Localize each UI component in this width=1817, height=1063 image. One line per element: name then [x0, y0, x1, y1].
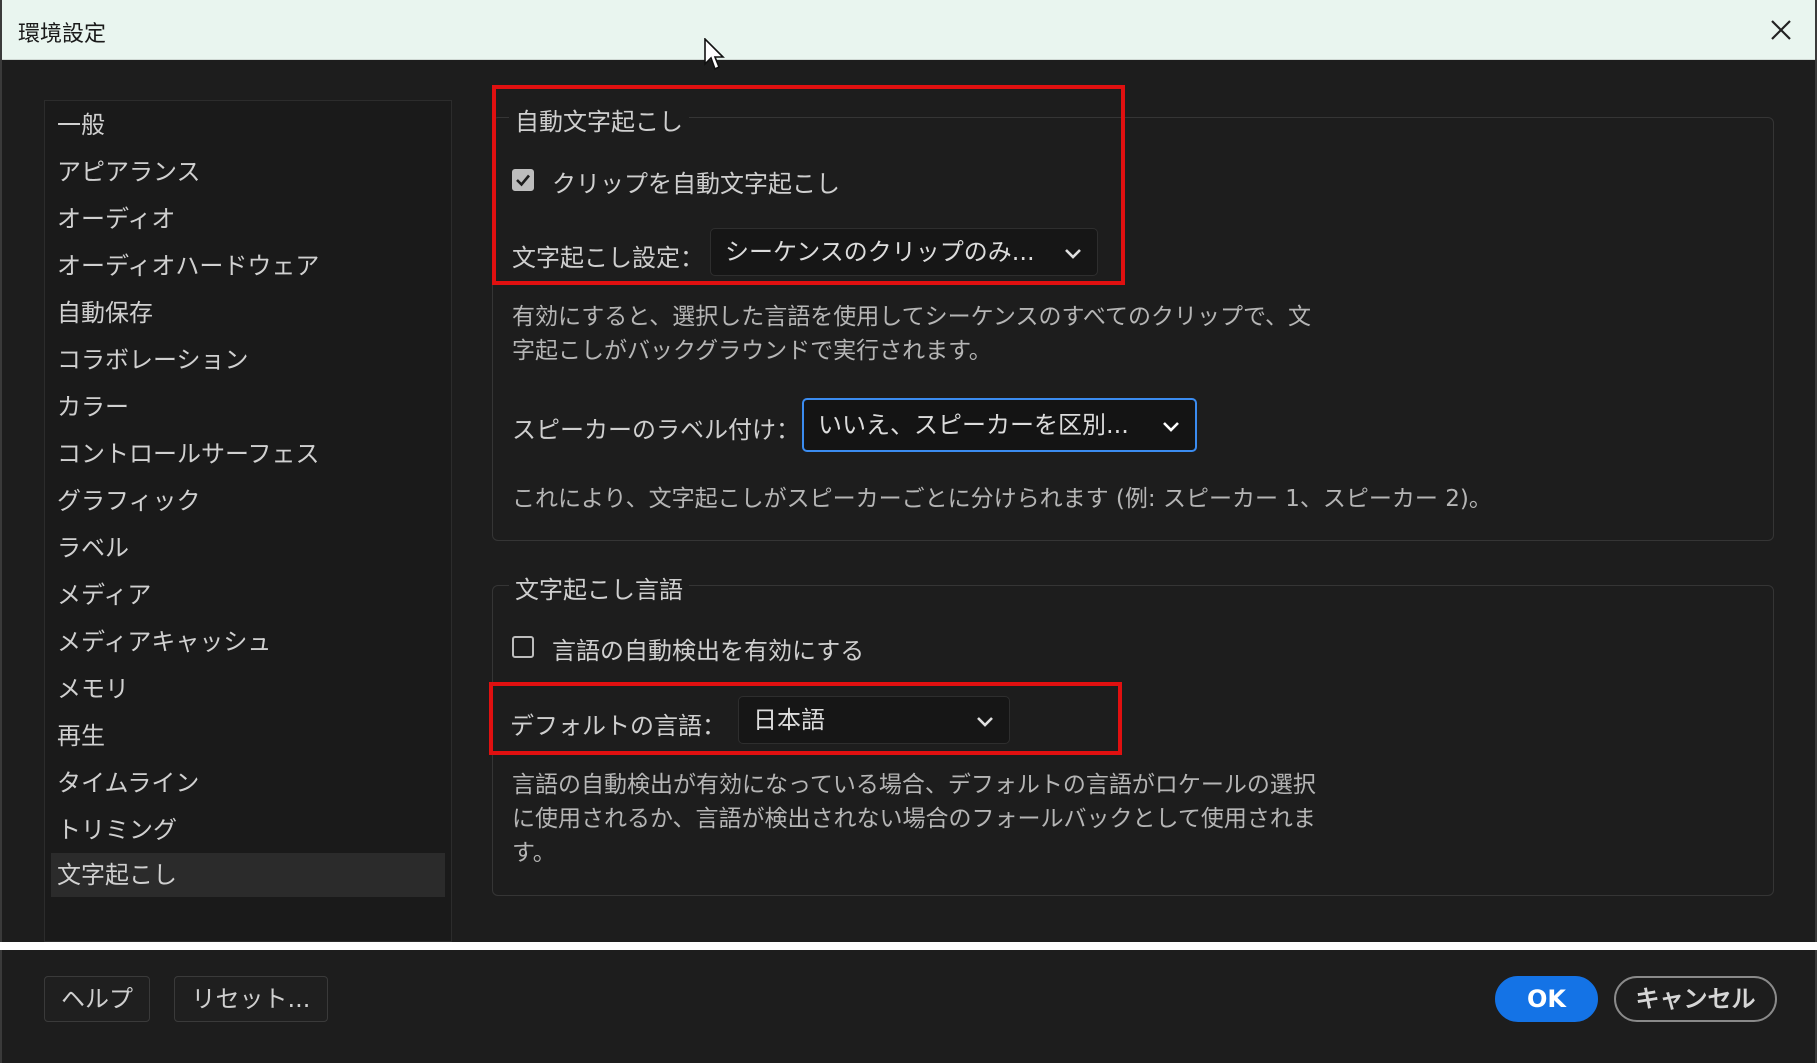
category-item-media-cache[interactable]: メディアキャッシュ [51, 620, 445, 664]
category-item-memory[interactable]: メモリ [51, 667, 445, 711]
category-item-audio[interactable]: オーディオ [51, 197, 445, 241]
category-item-auto-save[interactable]: 自動保存 [51, 291, 445, 335]
auto-detect-language-label: 言語の自動検出を有効にする [552, 637, 865, 665]
chevron-down-icon [1163, 422, 1179, 432]
auto-transcription-description: 有効にすると、選択した言語を使用してシーケンスのすべてのクリップで、文 字起こし… [512, 304, 1312, 364]
category-item-graphics[interactable]: グラフィック [51, 479, 445, 523]
transcription-setting-value: シーケンスのクリップのみ... [725, 238, 1035, 266]
ok-button[interactable]: OK [1495, 976, 1598, 1022]
category-item-media[interactable]: メディア [51, 573, 445, 617]
chevron-down-icon [1065, 249, 1081, 259]
auto-detect-language-checkbox[interactable] [512, 636, 534, 658]
category-item-color[interactable]: カラー [51, 385, 445, 429]
auto-transcribe-clips-label: クリップを自動文字起こし [552, 170, 840, 198]
category-item-labels[interactable]: ラベル [51, 526, 445, 570]
category-item-general[interactable]: 一般 [51, 103, 445, 147]
help-button[interactable]: ヘルプ [44, 976, 150, 1022]
close-icon [1771, 20, 1791, 40]
auto-transcribe-clips-checkbox[interactable] [512, 169, 534, 191]
default-language-dropdown[interactable]: 日本語 [738, 696, 1010, 744]
title-bar: 環境設定 [2, 0, 1815, 60]
default-language-label: デフォルトの言語： [510, 712, 726, 740]
preferences-window: 環境設定 一般 アピアランス オーディオ オーディオハードウェア 自動保存 コラ… [0, 0, 1817, 942]
window-title: 環境設定 [18, 22, 107, 47]
category-list: 一般 アピアランス オーディオ オーディオハードウェア 自動保存 コラボレーショ… [44, 100, 452, 942]
category-item-trimming[interactable]: トリミング [51, 808, 445, 852]
transcription-setting-label: 文字起こし設定： [512, 244, 704, 272]
transcription-language-title: 文字起こし言語 [509, 570, 689, 605]
auto-transcription-title: 自動文字起こし [509, 102, 689, 137]
category-item-timeline[interactable]: タイムライン [51, 761, 445, 805]
mouse-cursor-icon [704, 38, 725, 71]
speaker-labeling-value: いいえ、スピーカーを区別... [818, 411, 1129, 439]
cancel-button[interactable]: キャンセル [1614, 976, 1777, 1022]
category-item-appearance[interactable]: アピアランス [51, 150, 445, 194]
transcription-setting-dropdown[interactable]: シーケンスのクリップのみ... [710, 228, 1098, 276]
default-language-value: 日本語 [753, 706, 825, 734]
reset-button[interactable]: リセット... [174, 976, 328, 1022]
category-item-collaboration[interactable]: コラボレーション [51, 338, 445, 382]
checkmark-icon [516, 174, 530, 187]
speaker-labeling-description: これにより、文字起こしがスピーカーごとに分けられます (例: スピーカー 1、ス… [512, 486, 1492, 512]
speaker-labeling-label: スピーカーのラベル付け： [512, 416, 800, 444]
chevron-down-icon [977, 717, 993, 727]
speaker-labeling-dropdown[interactable]: いいえ、スピーカーを区別... [802, 398, 1197, 452]
category-item-transcription[interactable]: 文字起こし [51, 853, 445, 897]
category-item-audio-hardware[interactable]: オーディオハードウェア [51, 244, 445, 288]
category-item-control-surface[interactable]: コントロールサーフェス [51, 432, 445, 476]
default-language-description: 言語の自動検出が有効になっている場合、デフォルトの言語がロケールの選択 に使用さ… [512, 772, 1316, 866]
close-button[interactable] [1761, 10, 1801, 50]
dialog-footer: ヘルプ リセット... OK キャンセル [0, 950, 1817, 1063]
category-item-playback[interactable]: 再生 [51, 714, 445, 758]
